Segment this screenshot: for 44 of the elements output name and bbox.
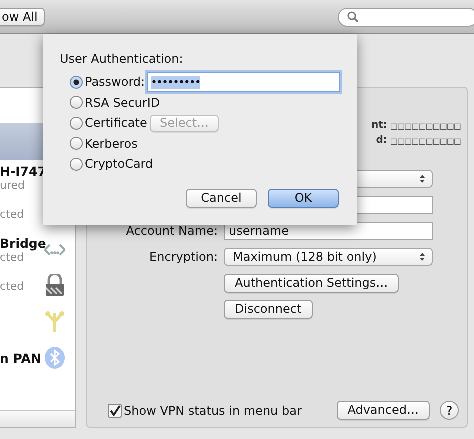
password-field[interactable]: ••••••••• xyxy=(147,72,340,92)
stepper-icon xyxy=(419,174,426,184)
search-icon xyxy=(347,11,359,23)
padlock-icon xyxy=(43,274,67,298)
bluetooth-icon xyxy=(43,346,67,370)
radio-label[interactable]: Kerberos xyxy=(85,136,138,151)
radio-label[interactable]: Certificate xyxy=(85,116,148,130)
advanced-button[interactable]: Advanced… xyxy=(336,401,430,420)
stat-label: d: xyxy=(376,135,388,148)
radio-label[interactable]: RSA SecurID xyxy=(85,96,160,110)
sheet-title: User Authentication: xyxy=(60,52,184,66)
action-button[interactable]: Disconnect xyxy=(224,300,313,319)
service-name[interactable]: n PAN xyxy=(0,350,43,366)
checkbox-label[interactable]: Show VPN status in menu bar xyxy=(124,404,302,418)
service-status: ured xyxy=(0,179,26,192)
firewire-icon xyxy=(43,310,67,334)
action-button[interactable]: Authentication Settings… xyxy=(224,274,400,293)
cancel-button[interactable]: Cancel xyxy=(186,188,257,208)
radio-button[interactable] xyxy=(70,116,83,130)
service-status: cted xyxy=(0,280,26,292)
field-label: Account Name: xyxy=(125,223,218,240)
help-button[interactable]: ? xyxy=(440,401,459,420)
radio-button[interactable] xyxy=(70,158,83,171)
radio-button[interactable] xyxy=(70,96,83,110)
sidebar-item[interactable]: Bridge cted xyxy=(0,232,75,268)
service-status: cted xyxy=(0,251,26,264)
radio-label[interactable]: Password: xyxy=(85,75,146,90)
checkmark-icon xyxy=(109,404,121,416)
stat-label: nt: xyxy=(372,120,388,133)
radio-label[interactable]: CryptoCard xyxy=(85,157,154,172)
checkbox[interactable] xyxy=(108,404,122,418)
stat-value: □□□□□□□□□□ xyxy=(390,121,461,133)
sidebar-item[interactable]: n PAN xyxy=(0,340,75,376)
show-all-button[interactable]: ow All xyxy=(0,8,45,26)
stat-value: □□□□□□□□□□ xyxy=(390,136,461,148)
service-status: cted xyxy=(0,208,26,220)
ok-button[interactable]: OK xyxy=(268,188,339,208)
radio-button[interactable] xyxy=(70,76,83,89)
field-label: Encryption: xyxy=(148,249,218,266)
stepper-icon xyxy=(419,252,426,262)
radio-button[interactable] xyxy=(70,137,83,150)
sidebar-item[interactable]: cted xyxy=(0,268,75,304)
encryption-popup[interactable]: Maximum (128 bit only) xyxy=(224,248,433,266)
search-field[interactable] xyxy=(338,8,474,26)
